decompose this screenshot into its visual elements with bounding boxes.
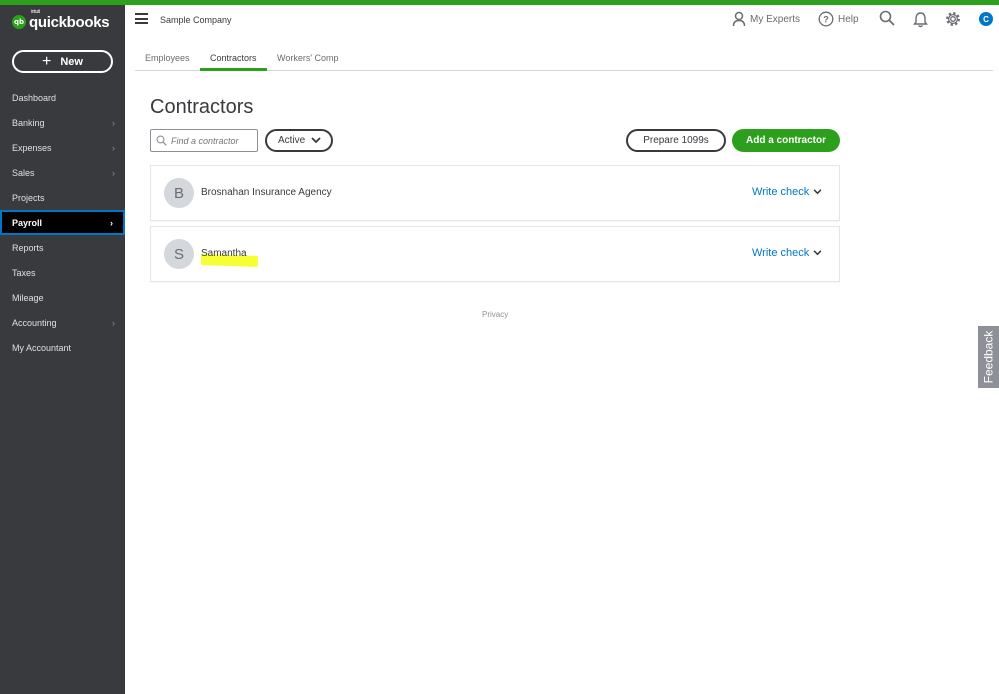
write-check-label: Write check	[752, 247, 810, 259]
sidebar-item-accounting[interactable]: Accounting ›	[0, 310, 125, 335]
svg-text:?: ?	[823, 15, 829, 25]
help-icon: ?	[818, 11, 834, 27]
sidebar-item-taxes[interactable]: Taxes	[0, 260, 125, 285]
logo-name: quickbooks	[29, 13, 110, 31]
contractor-card[interactable]: B Brosnahan Insurance Agency Write check	[150, 165, 840, 221]
new-button-label: New	[60, 55, 83, 68]
status-filter-dropdown[interactable]: Active	[265, 129, 333, 152]
sidebar-item-label: Mileage	[12, 292, 44, 303]
write-check-button[interactable]: Write check	[752, 186, 822, 198]
chevron-right-icon: ›	[110, 217, 113, 228]
sidebar-item-label: My Accountant	[12, 342, 72, 353]
chevron-right-icon: ›	[112, 317, 115, 328]
gear-icon[interactable]	[945, 11, 961, 27]
sidebar-item-dashboard[interactable]: Dashboard	[0, 85, 125, 110]
write-check-label: Write check	[752, 186, 810, 198]
sidebar-item-banking[interactable]: Banking ›	[0, 110, 125, 135]
logo-prefix: intuit	[31, 8, 40, 15]
user-avatar[interactable]: C	[979, 12, 993, 26]
chevron-right-icon: ›	[112, 142, 115, 153]
contractor-avatar: B	[164, 178, 194, 208]
contractor-card[interactable]: S Samantha Write check	[150, 226, 840, 282]
chevron-down-icon	[813, 189, 822, 195]
feedback-label: Feedback	[981, 330, 996, 384]
active-tab-indicator	[200, 68, 267, 71]
contractor-avatar: S	[164, 239, 194, 269]
search-input[interactable]	[171, 135, 253, 146]
quickbooks-logo-icon: qb	[12, 15, 26, 29]
contractor-name[interactable]: Brosnahan Insurance Agency	[201, 187, 332, 198]
chevron-right-icon: ›	[112, 117, 115, 128]
contractor-name[interactable]: Samantha	[201, 248, 247, 259]
sidebar-item-my-accountant[interactable]: My Accountant	[0, 335, 125, 360]
search-icon	[156, 135, 167, 146]
sidebar-nav: Dashboard Banking › Expenses › Sales › Proj…	[0, 85, 125, 360]
quickbooks-logo[interactable]: qb intuit quickbooks	[12, 8, 110, 32]
tab-contractors[interactable]: Contractors	[210, 53, 257, 63]
prepare-1099s-button[interactable]: Prepare 1099s	[626, 129, 726, 152]
contractor-search[interactable]	[150, 129, 258, 152]
sidebar-item-expenses[interactable]: Expenses ›	[0, 135, 125, 160]
sidebar-item-mileage[interactable]: Mileage	[0, 285, 125, 310]
privacy-link[interactable]: Privacy	[482, 310, 508, 319]
status-filter-value: Active	[278, 135, 306, 146]
write-check-button[interactable]: Write check	[752, 247, 822, 259]
sidebar-item-label: Expenses	[12, 142, 52, 153]
tab-employees[interactable]: Employees	[145, 53, 190, 63]
chevron-right-icon: ›	[112, 167, 115, 178]
chevron-down-icon	[813, 250, 822, 256]
sidebar-item-payroll[interactable]: Payroll ›	[0, 210, 125, 235]
sidebar-item-reports[interactable]: Reports	[0, 235, 125, 260]
help-label: Help	[838, 13, 859, 25]
sidebar-item-label: Projects	[12, 192, 45, 203]
sidebar-item-label: Payroll	[12, 217, 43, 228]
help-button[interactable]: ? Help	[818, 11, 859, 27]
plus-icon: +	[42, 52, 52, 70]
company-name: Sample Company	[160, 15, 232, 25]
chevron-down-icon	[311, 137, 321, 144]
sidebar-item-projects[interactable]: Projects	[0, 185, 125, 210]
search-icon[interactable]	[879, 10, 895, 26]
sidebar-item-label: Banking	[12, 117, 45, 128]
feedback-tab[interactable]: Feedback	[978, 326, 999, 388]
sidebar-item-label: Sales	[12, 167, 35, 178]
sidebar-item-sales[interactable]: Sales ›	[0, 160, 125, 185]
sidebar-item-label: Dashboard	[12, 92, 57, 103]
bell-icon[interactable]	[913, 11, 928, 28]
payroll-tabs: Employees Contractors Workers' Comp	[135, 48, 993, 71]
sidebar: qb intuit quickbooks + New Dashboard Ban…	[0, 5, 125, 694]
sidebar-item-label: Reports	[12, 242, 44, 253]
sidebar-item-label: Accounting	[12, 317, 57, 328]
my-experts-label: My Experts	[750, 13, 801, 25]
tab-workers-comp[interactable]: Workers' Comp	[277, 53, 339, 63]
top-accent-bar	[0, 0, 999, 5]
person-icon	[732, 11, 746, 27]
sidebar-item-label: Taxes	[12, 267, 36, 278]
hamburger-menu-icon[interactable]	[135, 13, 148, 24]
add-contractor-button[interactable]: Add a contractor	[732, 129, 840, 152]
page-title: Contractors	[150, 96, 254, 118]
new-button[interactable]: + New	[12, 50, 113, 73]
my-experts-button[interactable]: My Experts	[732, 11, 800, 27]
